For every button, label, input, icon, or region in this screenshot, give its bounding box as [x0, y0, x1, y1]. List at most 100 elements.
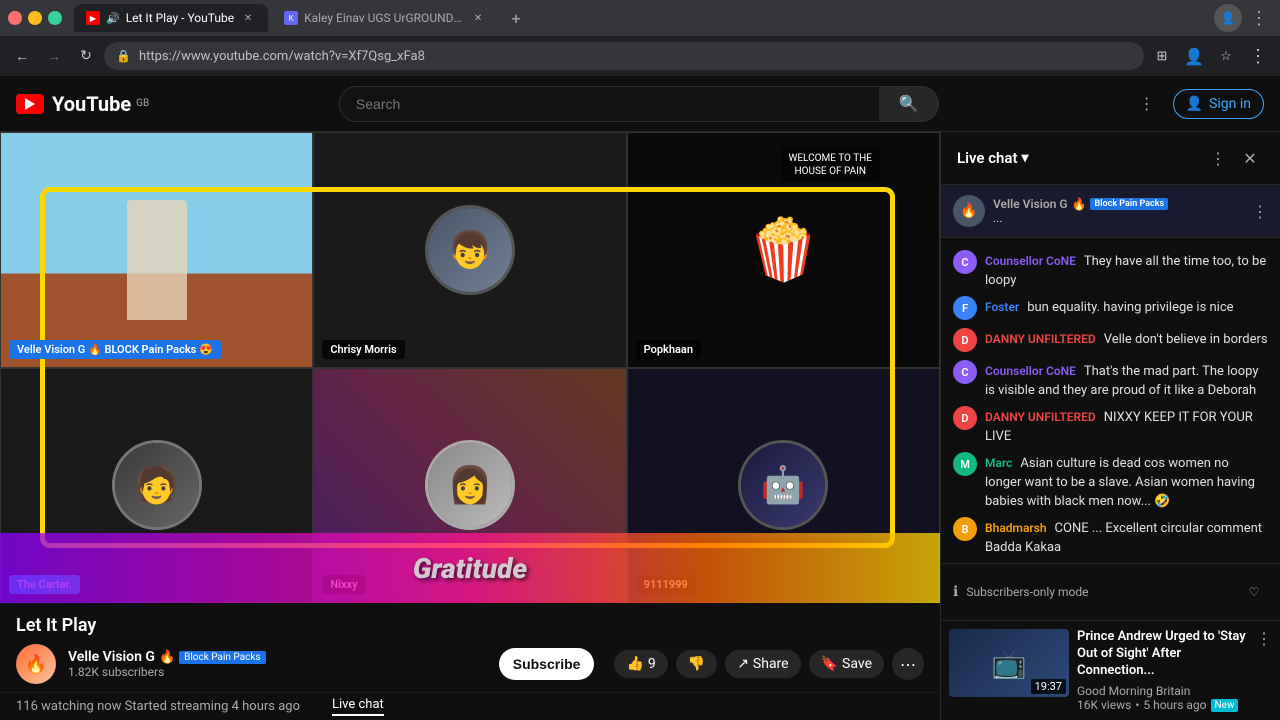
browser-frame: ▶ 🔊 Let It Play - YouTube ✕ K Kaley Eina…	[0, 0, 1280, 76]
subscribe-button[interactable]: Subscribe	[499, 648, 595, 680]
participant-cell-4: 🧑 The Carter.	[0, 368, 313, 604]
window-close[interactable]	[8, 11, 22, 25]
yt-user-icon: 👤	[1186, 96, 1203, 112]
participants-grid: Velle Vision G 🔥 BLOCK Pain Packs 😍 👦 Ch…	[0, 132, 940, 603]
chat-header-actions: ⋮ ✕	[1204, 144, 1264, 172]
yt-logo-icon	[16, 94, 44, 114]
url-text: https://www.youtube.com/watch?v=Xf7Qsg_x…	[139, 49, 425, 64]
browser-more[interactable]: ⋮	[1244, 42, 1272, 70]
msg6-avatar: M	[953, 452, 977, 476]
tab1-title: Let It Play - YouTube	[126, 11, 234, 25]
msg3-avatar: D	[953, 328, 977, 352]
channel-avatar[interactable]: 🔥	[16, 644, 56, 684]
participant-6-avatar: 🤖	[738, 440, 828, 530]
tab2-close[interactable]: ✕	[470, 10, 486, 26]
refresh-button[interactable]: ↻	[72, 42, 100, 70]
rec-more-button[interactable]: ⋮	[1256, 629, 1272, 648]
yt-play-triangle	[25, 98, 35, 110]
pinned-name-row: Velle Vision G 🔥 Block Pain Packs	[993, 197, 1244, 211]
msg4-author: Counsellor CoNE	[985, 364, 1076, 378]
tab1-favicon: ▶	[86, 11, 100, 25]
browser-account[interactable]: 👤	[1180, 42, 1208, 70]
yt-logo-text: YouTube	[52, 92, 131, 116]
msg7-content: Bhadmarsh CONE ... Excellent circular co…	[985, 517, 1268, 555]
video-player[interactable]: Velle Vision G 🔥 BLOCK Pain Packs 😍 👦 Ch…	[0, 132, 940, 603]
window-min[interactable]	[28, 11, 42, 25]
stream-info-bar: 116 watching now Started streaming 4 hou…	[0, 692, 940, 720]
channel-label-badge: Block Pain Packs	[179, 651, 265, 664]
lock-icon: 🔒	[116, 49, 131, 63]
browser-menu[interactable]: ⋮	[1246, 8, 1272, 29]
video-info: Let It Play 🔥 Velle Vision G 🔥 Block Pai…	[0, 603, 940, 684]
watching-count: 116 watching now Started streaming 4 hou…	[16, 699, 300, 714]
tab2-favicon: K	[284, 11, 298, 25]
chat-dropdown-icon[interactable]: ▾	[1022, 150, 1029, 166]
pinned-message: 🔥 Velle Vision G 🔥 Block Pain Packs ... …	[941, 185, 1280, 238]
participant-2-avatar: 👦	[425, 205, 515, 295]
window-max[interactable]	[48, 11, 62, 25]
new-tab-button[interactable]: +	[502, 4, 530, 32]
like-count: 9	[648, 656, 656, 672]
msg4-content: Counsellor CoNE That's the mad part. The…	[985, 360, 1268, 398]
share-button[interactable]: ↗ Share	[725, 650, 800, 678]
tab-bar: ▶ 🔊 Let It Play - YouTube ✕ K Kaley Eina…	[0, 0, 1280, 36]
live-chat-tab-label[interactable]: Live chat	[332, 697, 384, 716]
recommended-video[interactable]: 📺 19:37 Prince Andrew Urged to 'Stay Out…	[941, 620, 1280, 720]
chat-close-button[interactable]: ✕	[1236, 144, 1264, 172]
msg2-text: bun equality. having privilege is nice	[1027, 300, 1233, 315]
msg6-author: Marc	[985, 456, 1012, 470]
participant-4-label: The Carter.	[9, 575, 80, 594]
video-title: Let It Play	[16, 615, 924, 636]
more-actions-button[interactable]: ⋯	[892, 648, 924, 680]
yt-sign-in-button[interactable]: 👤 Sign in	[1173, 89, 1264, 119]
video-watermark: WELCOME TO THEHOUSE OF PAIN	[781, 148, 881, 182]
chat-title-text: Live chat	[957, 149, 1018, 167]
tab-2[interactable]: K Kaley Einav UGS UrGROUNDED 1 ✕	[272, 4, 498, 32]
tab-1[interactable]: ▶ 🔊 Let It Play - YouTube ✕	[74, 4, 268, 32]
back-button[interactable]: ←	[8, 42, 36, 70]
tab1-close[interactable]: ✕	[240, 10, 256, 26]
chat-footer: ℹ Subscribers-only mode ♡	[941, 563, 1280, 620]
yt-logo[interactable]: YouTubeGB	[16, 92, 149, 116]
search-button[interactable]: 🔍	[879, 86, 939, 122]
save-icon: 🔖	[821, 656, 838, 672]
participant-cell-6: 🤖 9111999	[627, 368, 940, 604]
rec-info: Prince Andrew Urged to 'Stay Out of Sigh…	[1077, 629, 1248, 712]
save-button[interactable]: 🔖 Save	[809, 650, 884, 678]
bookmark-icon[interactable]: ☆	[1212, 42, 1240, 70]
browser-extensions[interactable]: ⊞	[1148, 42, 1176, 70]
rec-title: Prince Andrew Urged to 'Stay Out of Sigh…	[1077, 629, 1248, 680]
yt-more-button[interactable]: ⋮	[1129, 86, 1165, 122]
pinned-avatar: 🔥	[953, 195, 985, 227]
participant-cell-5: 👩 Nixxy	[313, 368, 626, 604]
chat-message-3: D DANNY UNFILTERED Velle don't believe i…	[941, 324, 1280, 356]
chat-message-2: F Foster bun equality. having privilege …	[941, 292, 1280, 324]
live-chat-panel: Live chat ▾ ⋮ ✕ 🔥 Velle Vision G 🔥 Block…	[940, 132, 1280, 720]
msg2-content: Foster bun equality. having privilege is…	[985, 296, 1268, 315]
heart-button[interactable]: ♡	[1240, 578, 1268, 606]
msg3-author: DANNY UNFILTERED	[985, 332, 1096, 346]
share-label: Share	[753, 656, 789, 672]
browser-profile[interactable]: 👤	[1214, 4, 1242, 32]
rec-meta: 16K views • 5 hours ago New	[1077, 698, 1248, 712]
msg7-author: Bhadmarsh	[985, 521, 1047, 535]
pinned-more[interactable]: ⋮	[1252, 202, 1268, 221]
forward-button[interactable]: →	[40, 42, 68, 70]
msg7-avatar: B	[953, 517, 977, 541]
chat-message-5: D DANNY UNFILTERED NIXXY KEEP IT FOR YOU…	[941, 402, 1280, 448]
rec-views: 16K views	[1077, 698, 1131, 712]
dislike-button[interactable]: 👎	[676, 650, 717, 678]
address-bar[interactable]: 🔒 https://www.youtube.com/watch?v=Xf7Qsg…	[104, 42, 1144, 70]
participant-1-label: Velle Vision G 🔥 BLOCK Pain Packs 😍	[9, 340, 221, 359]
like-button[interactable]: 👍 9	[614, 650, 667, 678]
search-input[interactable]	[339, 86, 879, 122]
participant-5-avatar: 👩	[425, 440, 515, 530]
tab2-title: Kaley Einav UGS UrGROUNDED 1	[304, 11, 464, 25]
chat-message-7: B Bhadmarsh CONE ... Excellent circular …	[941, 513, 1280, 559]
msg6-text: Asian culture is dead cos women no longe…	[985, 456, 1255, 509]
rec-thumbnail: 📺 19:37	[949, 629, 1069, 697]
tab1-audio-icon: 🔊	[106, 12, 120, 25]
channel-emoji: 🔥	[159, 650, 175, 665]
chat-more-button[interactable]: ⋮	[1204, 144, 1232, 172]
msg6-content: Marc Asian culture is dead cos women no …	[985, 452, 1268, 509]
